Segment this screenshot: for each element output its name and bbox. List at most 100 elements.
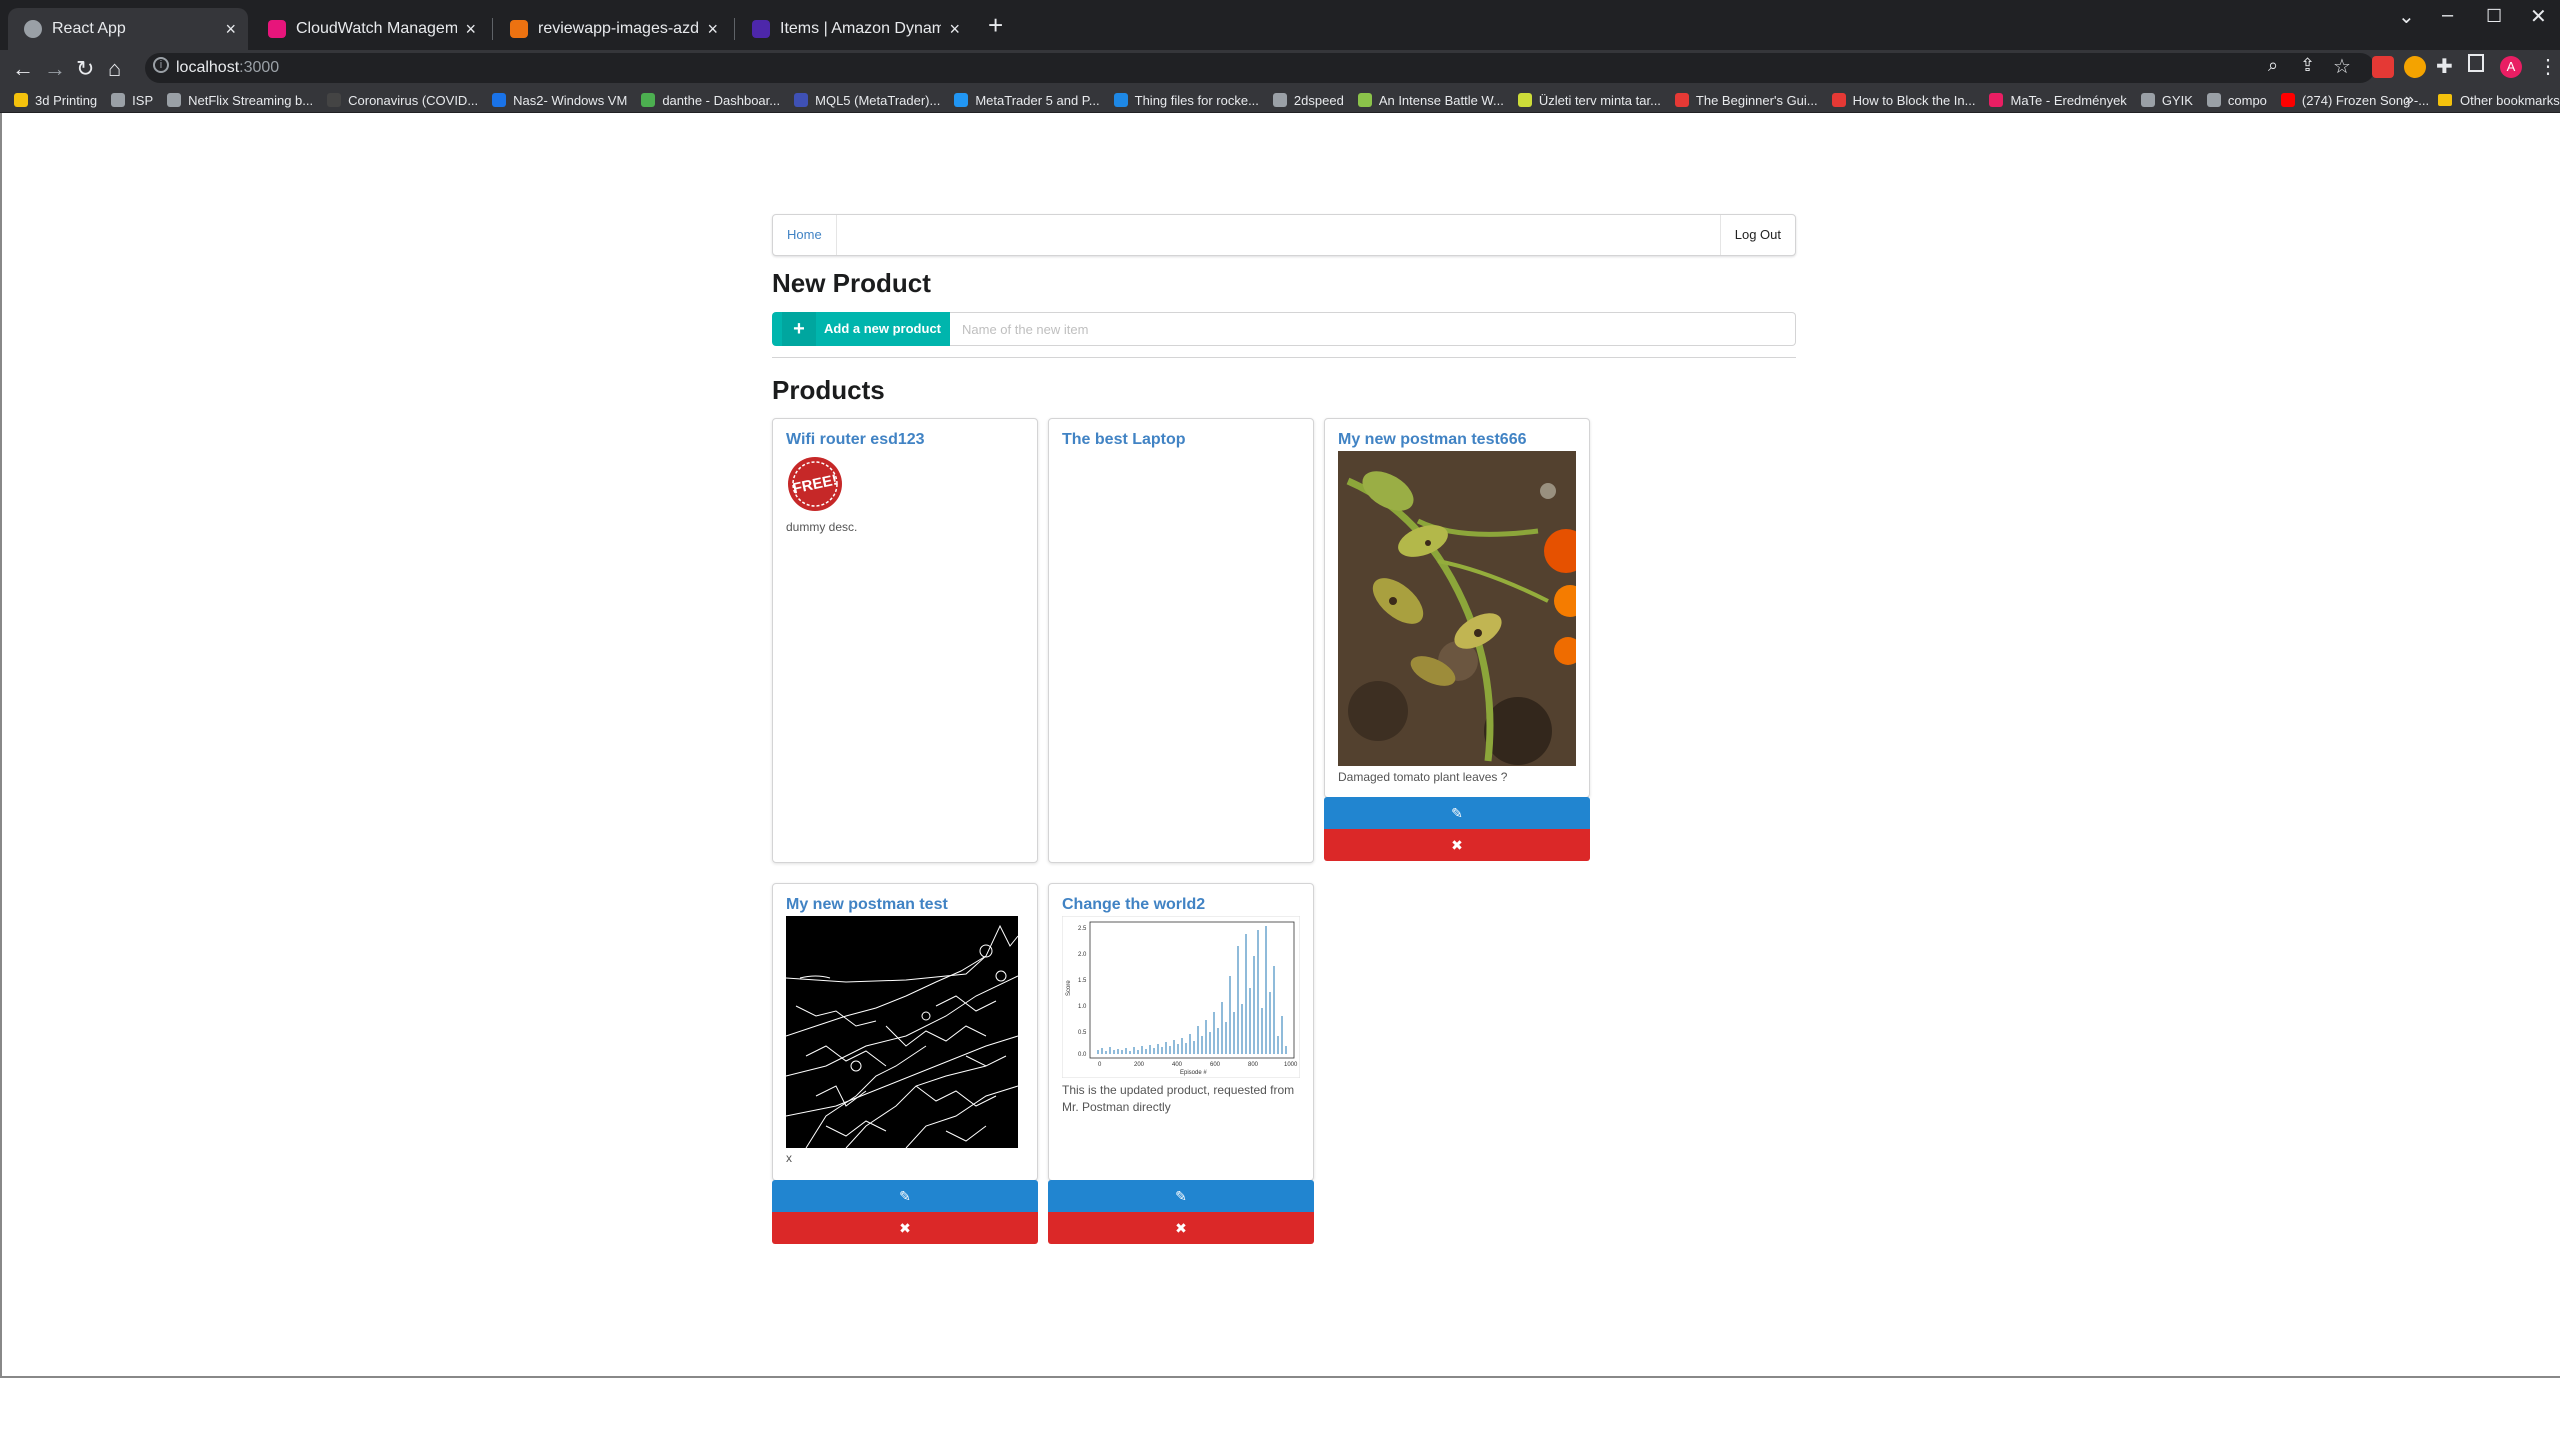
- add-product-form: + Add a new product: [772, 312, 1796, 346]
- bookmark-item[interactable]: MaTe - Eredmények: [1989, 93, 2127, 108]
- bookmark-item[interactable]: Coronavirus (COVID...: [327, 93, 478, 108]
- s3-bucket-icon: [510, 20, 528, 38]
- new-tab-button[interactable]: +: [988, 12, 1003, 38]
- plus-icon: +: [782, 312, 816, 346]
- bookmark-item[interactable]: Thing files for rocke...: [1113, 92, 1259, 108]
- delete-button[interactable]: ✖: [772, 1212, 1038, 1244]
- profile-avatar[interactable]: A: [2500, 56, 2522, 78]
- bookmark-label: NetFlix Streaming b...: [188, 92, 314, 108]
- bookmark-item[interactable]: 2dspeed: [1272, 93, 1344, 108]
- products-heading: Products: [772, 375, 885, 405]
- edge-detection-image: [785, 916, 1019, 1149]
- svg-text:0.0: 0.0: [1078, 1052, 1087, 1058]
- svg-text:2.0: 2.0: [1078, 952, 1087, 958]
- bookmarks-bar: 3d Printing ISP NetFlix Streaming b... Coro…: [0, 88, 2560, 113]
- bookmark-item[interactable]: compo: [2206, 92, 2267, 108]
- bookmark-label: An Intense Battle W...: [1378, 92, 1504, 108]
- bookmark-star-icon[interactable]: ☆: [2333, 54, 2351, 79]
- bookmark-item[interactable]: The Beginner's Gui...: [1674, 92, 1818, 108]
- window-close-icon[interactable]: ✕: [2530, 4, 2547, 29]
- zoom-icon[interactable]: ⌕: [2268, 55, 2278, 76]
- bookmark-favicon-icon: [1831, 93, 1846, 107]
- product-description: This is the updated product, requested f…: [1062, 1083, 1295, 1114]
- page-bottom-area: [0, 1376, 2560, 1442]
- bookmark-favicon-icon: [492, 93, 507, 107]
- bookmark-item[interactable]: danthe - Dashboar...: [641, 93, 780, 108]
- close-icon[interactable]: ×: [949, 19, 960, 40]
- delete-button[interactable]: ✖: [1324, 829, 1590, 861]
- svg-text:2.5: 2.5: [1078, 926, 1087, 932]
- minimize-icon[interactable]: –: [2442, 4, 2453, 27]
- bookmark-label: Nas2- Windows VM: [513, 92, 628, 108]
- tab-s3[interactable]: reviewapp-images-azd49-dev - S3 ×: [494, 8, 730, 50]
- close-icon[interactable]: ×: [707, 19, 718, 40]
- bookmark-favicon-icon: [1517, 93, 1532, 107]
- product-title[interactable]: My new postman test666: [1338, 431, 1527, 449]
- reload-icon[interactable]: ↻: [76, 54, 94, 84]
- product-title[interactable]: Wifi router esd123: [786, 431, 925, 449]
- bookmark-favicon-icon: [111, 93, 126, 107]
- bookmark-label: compo: [2227, 92, 2267, 108]
- svg-text:200: 200: [1134, 1062, 1145, 1068]
- bookmark-item[interactable]: MQL5 (MetaTrader)...: [794, 93, 940, 108]
- edit-button[interactable]: ✎: [772, 1180, 1038, 1212]
- close-icon[interactable]: ×: [465, 19, 476, 40]
- more-bookmarks-button[interactable]: »: [2405, 88, 2414, 112]
- tab-react-app[interactable]: React App ×: [8, 8, 248, 50]
- tab-search-icon[interactable]: ⌄: [2398, 4, 2415, 29]
- back-icon[interactable]: ←: [12, 54, 34, 84]
- info-icon[interactable]: i: [153, 57, 169, 73]
- tab-dynamodb[interactable]: Items | Amazon DynamoDB Management ×: [736, 8, 972, 50]
- edit-button[interactable]: ✎: [1324, 797, 1590, 829]
- new-item-name-input[interactable]: [950, 312, 1796, 346]
- bookmark-item[interactable]: An Intense Battle W...: [1357, 92, 1504, 108]
- product-description: Damaged tomato plant leaves ?: [1338, 770, 1508, 784]
- home-icon[interactable]: ⌂: [108, 54, 121, 84]
- delete-button[interactable]: ✖: [1048, 1212, 1314, 1244]
- edit-button[interactable]: ✎: [1048, 1180, 1314, 1212]
- product-title[interactable]: Change the world2: [1062, 896, 1205, 914]
- dynamodb-icon: [752, 20, 770, 38]
- bookmark-item[interactable]: How to Block the In...: [1831, 93, 1975, 108]
- product-title[interactable]: My new postman test: [786, 896, 948, 914]
- bookmark-item[interactable]: MetaTrader 5 and P...: [954, 93, 1100, 108]
- bookmark-favicon-icon: [2280, 93, 2295, 107]
- x-icon: ✖: [1451, 837, 1463, 853]
- product-card: The best Laptop: [1048, 418, 1314, 863]
- bookmark-label: MQL5 (MetaTrader)...: [815, 92, 941, 108]
- bookmark-label: danthe - Dashboar...: [662, 92, 781, 108]
- side-panel-icon[interactable]: [2468, 54, 2484, 72]
- address-bar[interactable]: [145, 53, 2375, 83]
- svg-text:1.0: 1.0: [1078, 1004, 1087, 1010]
- product-title[interactable]: The best Laptop: [1062, 431, 1186, 449]
- product-card: My new postman test666 Damaged tomato pl…: [1324, 418, 1590, 798]
- add-product-button[interactable]: + Add a new product: [772, 312, 950, 346]
- menu-kebab-icon[interactable]: ⋮: [2538, 54, 2558, 79]
- top-menu: Home Log Out: [772, 214, 1796, 256]
- bookmark-favicon-icon: [1113, 93, 1128, 107]
- product-card: My new postman test x: [772, 883, 1038, 1181]
- svg-text:1.5: 1.5: [1078, 978, 1087, 984]
- tab-cloudwatch[interactable]: CloudWatch Management Console ×: [252, 8, 488, 50]
- other-bookmarks-label: Other bookmarks: [2460, 92, 2560, 108]
- logout-link[interactable]: Log Out: [1719, 215, 1795, 255]
- bookmark-item[interactable]: 3d Printing: [14, 93, 97, 108]
- tab-title: reviewapp-images-azd49-dev - S3: [538, 20, 699, 37]
- bookmark-item[interactable]: ISP: [111, 93, 153, 108]
- bookmark-item[interactable]: Nas2- Windows VM: [492, 93, 627, 108]
- extension-icon[interactable]: [2404, 56, 2426, 78]
- bookmark-label: The Beginner's Gui...: [1695, 92, 1818, 108]
- maximize-icon[interactable]: ☐: [2486, 6, 2502, 27]
- puzzle-icon[interactable]: ✚: [2436, 54, 2453, 79]
- bookmark-favicon-icon: [2140, 93, 2155, 107]
- adblock-extension-icon[interactable]: [2372, 56, 2394, 78]
- bookmark-item[interactable]: NetFlix Streaming b...: [167, 93, 313, 108]
- share-icon[interactable]: ⇪: [2300, 55, 2315, 76]
- bookmark-item[interactable]: Üzleti terv minta tar...: [1517, 93, 1661, 108]
- home-link[interactable]: Home: [773, 215, 837, 255]
- bookmark-item[interactable]: GYIK: [2140, 93, 2193, 108]
- other-bookmarks[interactable]: Other bookmarks: [2438, 88, 2560, 112]
- forward-icon[interactable]: →: [44, 54, 66, 84]
- bookmark-label: Thing files for rocke...: [1134, 92, 1259, 108]
- close-icon[interactable]: ×: [225, 19, 236, 40]
